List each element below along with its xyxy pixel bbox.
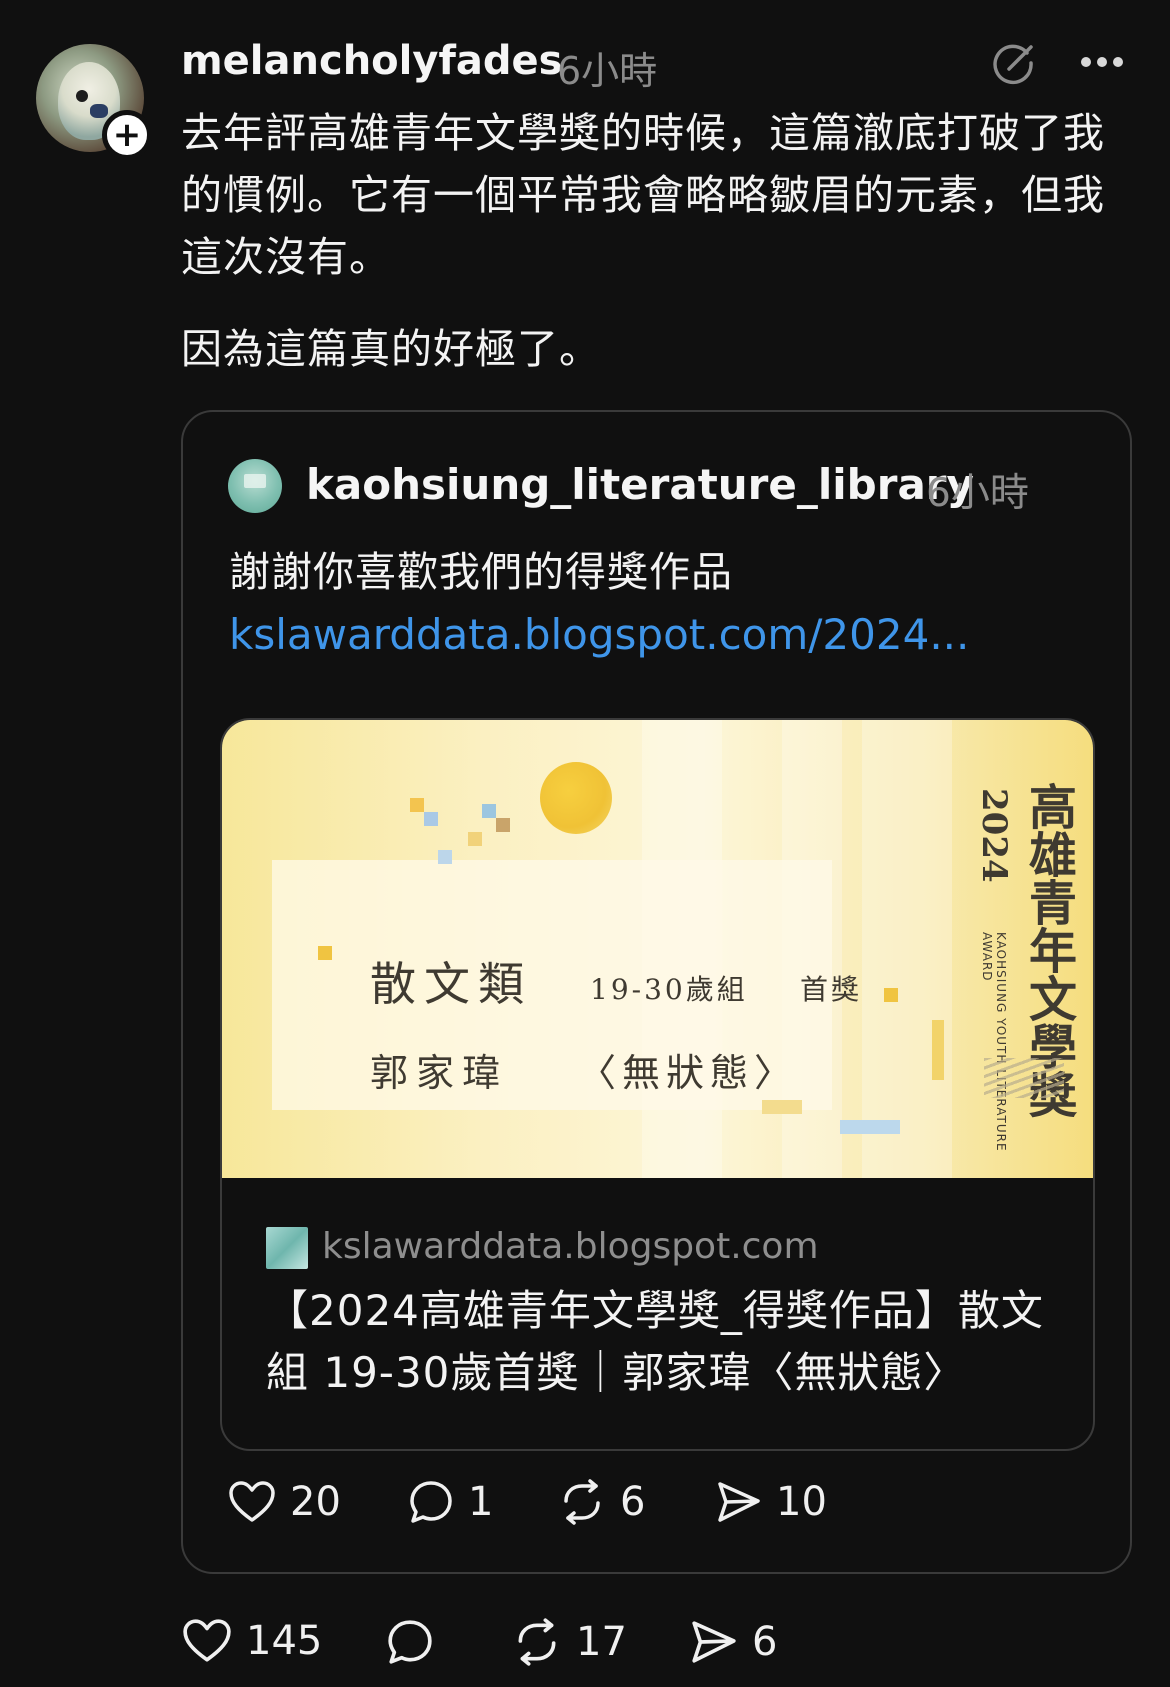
heart-icon (229, 1481, 275, 1522)
edit-icon[interactable] (990, 38, 1040, 88)
reply-icon (388, 1620, 432, 1664)
reply-button[interactable] (386, 1618, 434, 1666)
quoted-repost-count: 6 (620, 1479, 646, 1525)
preview-domain: kslawarddata.blogspot.com (322, 1226, 819, 1267)
quoted-repost-button[interactable]: 6 (558, 1479, 645, 1525)
banner-pixel (762, 1100, 802, 1114)
banner-prize: 首獎 (800, 973, 863, 1006)
quoted-share-button[interactable]: 10 (716, 1479, 827, 1525)
share-button[interactable]: 6 (690, 1618, 777, 1666)
quoted-link[interactable]: kslawarddata.blogspot.com/2024... (229, 610, 969, 659)
banner-group: 19-30歲組 (590, 973, 748, 1006)
post-username[interactable]: melancholyfades (181, 38, 562, 84)
quoted-time: 6小時 (926, 471, 1029, 516)
quoted-username[interactable]: kaohsiung_literature_library (306, 460, 974, 509)
repost-icon (518, 1618, 556, 1666)
post-paragraph: 去年評高雄青年文學獎的時候，這篇澈底打破了我的慣例。它有一個平常我會略略皺眉的元… (181, 109, 1105, 281)
repost-count: 17 (576, 1619, 627, 1665)
banner-sun-circle (540, 762, 612, 834)
quoted-reply-button[interactable]: 1 (408, 1479, 493, 1525)
like-count: 145 (246, 1618, 323, 1664)
heart-icon (183, 1619, 231, 1662)
repost-icon (564, 1479, 600, 1525)
quoted-reply-count: 1 (468, 1479, 494, 1525)
post-time: 6小時 (557, 49, 658, 93)
quoted-like-button[interactable]: 20 (228, 1479, 341, 1525)
repost-button[interactable]: 17 (512, 1618, 627, 1666)
banner-pixel (482, 804, 496, 818)
banner-pixel (410, 798, 424, 812)
banner-pixel (318, 946, 332, 960)
quoted-text: 謝謝你喜歡我們的得獎作品 (229, 548, 733, 596)
banner-english-title: KAOHSIUNG YOUTH LITERATURE AWARD (980, 932, 1008, 1152)
site-favicon-icon (266, 1227, 308, 1269)
avatar-bird-eye (76, 90, 88, 102)
quoted-share-count: 10 (776, 1479, 827, 1525)
reply-icon (410, 1481, 452, 1523)
preview-title[interactable]: 【2024高雄青年文學獎_得獎作品】散文組 19-30歲首獎｜郭家瑋〈無狀態〉 (266, 1280, 1066, 1404)
banner-pixel (932, 1020, 944, 1080)
banner-pixel (424, 812, 438, 826)
preview-banner-image[interactable]: 散文類 19-30歲組 首獎 郭家瑋 〈無狀態〉 高雄青年文學獎 2024 KA… (222, 720, 1093, 1178)
post-body: 去年評高雄青年文學獎的時候，這篇澈底打破了我的慣例。它有一個平常我會略略皺眉的元… (181, 102, 1141, 380)
banner-pixel (438, 850, 452, 864)
quoted-like-count: 20 (290, 1479, 341, 1525)
banner-work-title: 〈無狀態〉 (578, 1051, 799, 1095)
share-icon (718, 1482, 760, 1522)
banner-author: 郭家瑋 (370, 1051, 509, 1095)
banner-pixel (884, 988, 898, 1002)
more-icon[interactable] (1078, 42, 1126, 82)
banner-pixel (496, 818, 510, 832)
banner-stripe (862, 720, 952, 1178)
like-button[interactable]: 145 (182, 1618, 322, 1664)
follow-plus-icon[interactable]: + (102, 110, 152, 160)
share-count: 6 (752, 1619, 778, 1665)
post-paragraph: 因為這篇真的好極了。 (181, 325, 601, 373)
quoted-avatar-logo (244, 474, 266, 488)
quoted-avatar[interactable] (228, 459, 282, 513)
banner-pixel (840, 1120, 900, 1134)
banner-hatch-lines (984, 1058, 1064, 1098)
banner-category: 散文類 (370, 957, 532, 1011)
avatar-bird-beak (90, 104, 108, 118)
banner-pixel (468, 832, 482, 846)
share-icon (692, 1621, 736, 1663)
banner-year: 2024 (974, 788, 1014, 883)
